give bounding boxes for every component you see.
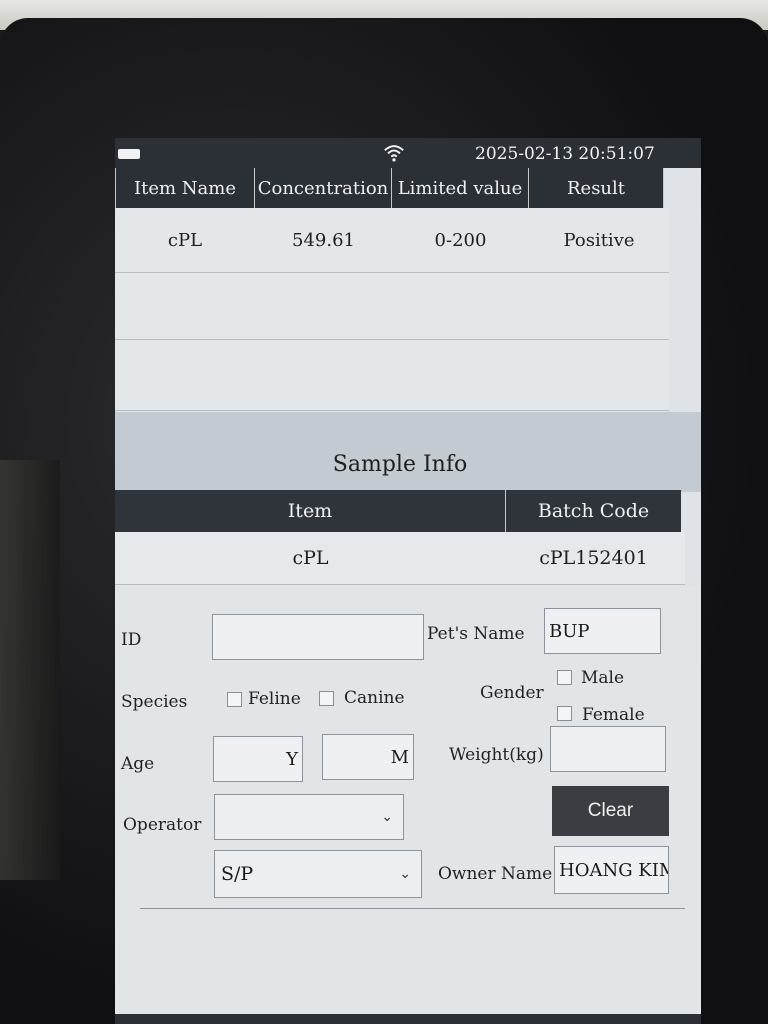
sample-type-value: S/P (221, 863, 254, 885)
canine-option-label: Canine (344, 688, 405, 708)
status-bar: 2025-02-13 20:51:07 (115, 138, 701, 168)
column-header-item-name: Item Name (115, 168, 255, 208)
sample-table-header: Item Batch Code (115, 490, 681, 532)
owner-name-label: Owner Name (438, 864, 553, 884)
column-header-concentration: Concentration (255, 168, 392, 208)
weight-label: Weight(kg) (449, 745, 544, 765)
female-option-label: Female (582, 705, 645, 725)
chevron-down-icon: ⌄ (381, 809, 393, 825)
feline-option-label: Feline (248, 689, 301, 709)
clear-button[interactable]: Clear (552, 786, 669, 836)
patient-form: ID Pet's Name BUP Species Feline Canine … (115, 586, 701, 1024)
wifi-icon (384, 145, 404, 162)
sample-batch-code: cPL152401 (539, 547, 648, 569)
sample-info-title: Sample Info (332, 452, 468, 477)
table-row[interactable] (115, 340, 669, 411)
sample-item: cPL (292, 547, 329, 569)
table-row[interactable]: cPL 549.61 0-200 Positive (115, 208, 669, 273)
canine-checkbox[interactable] (319, 691, 334, 706)
cell-limit (392, 273, 529, 339)
male-option-label: Male (581, 668, 625, 688)
pet-name-label: Pet's Name (427, 624, 525, 644)
age-months-input[interactable]: M (322, 734, 414, 780)
gender-label: Gender (480, 683, 544, 703)
age-years-input[interactable]: Y (213, 736, 303, 782)
id-input[interactable] (212, 614, 424, 660)
cell-item: cPL (167, 229, 203, 251)
cell-limit: 0-200 (434, 229, 487, 251)
sample-type-dropdown[interactable]: S/P ⌄ (214, 850, 422, 898)
owner-name-input[interactable]: HOANG KIM (554, 846, 669, 894)
cell-item (115, 273, 255, 339)
cell-concentration: 549.61 (292, 229, 355, 251)
column-header-limited-value: Limited value (392, 168, 529, 208)
age-label: Age (121, 754, 155, 774)
operator-label: Operator (123, 815, 202, 835)
column-header-item: Item (115, 490, 506, 532)
battery-icon (118, 149, 140, 159)
divider (140, 908, 685, 909)
table-row[interactable] (115, 273, 669, 340)
cell-result (529, 340, 669, 410)
feline-checkbox[interactable] (227, 692, 242, 707)
column-header-result: Result (529, 168, 664, 208)
cell-item (115, 340, 255, 410)
status-datetime: 2025-02-13 20:51:07 (475, 144, 655, 164)
age-years-unit: Y (286, 748, 298, 770)
chevron-down-icon: ⌄ (399, 866, 411, 882)
results-table-header: Item Name Concentration Limited value Re… (115, 168, 664, 208)
male-checkbox[interactable] (557, 670, 572, 685)
cell-result: Positive (563, 229, 635, 251)
age-months-unit: M (390, 746, 409, 768)
female-checkbox[interactable] (557, 706, 572, 721)
id-label: ID (121, 630, 142, 650)
device-edge (0, 460, 60, 880)
cell-limit (392, 340, 529, 410)
weight-input[interactable] (550, 726, 666, 772)
operator-dropdown[interactable]: ⌄ (214, 794, 404, 840)
column-header-batch-code: Batch Code (537, 500, 650, 522)
bottom-nav-bar (115, 1014, 701, 1024)
cell-result (529, 273, 669, 339)
sample-row[interactable]: cPL cPL152401 (115, 532, 685, 585)
species-label: Species (121, 692, 188, 712)
cell-concentration (255, 340, 392, 410)
device-screen: 2025-02-13 20:51:07 Item Name Concentrat… (115, 138, 701, 1024)
cell-concentration (255, 273, 392, 339)
pet-name-input[interactable]: BUP (544, 608, 661, 654)
